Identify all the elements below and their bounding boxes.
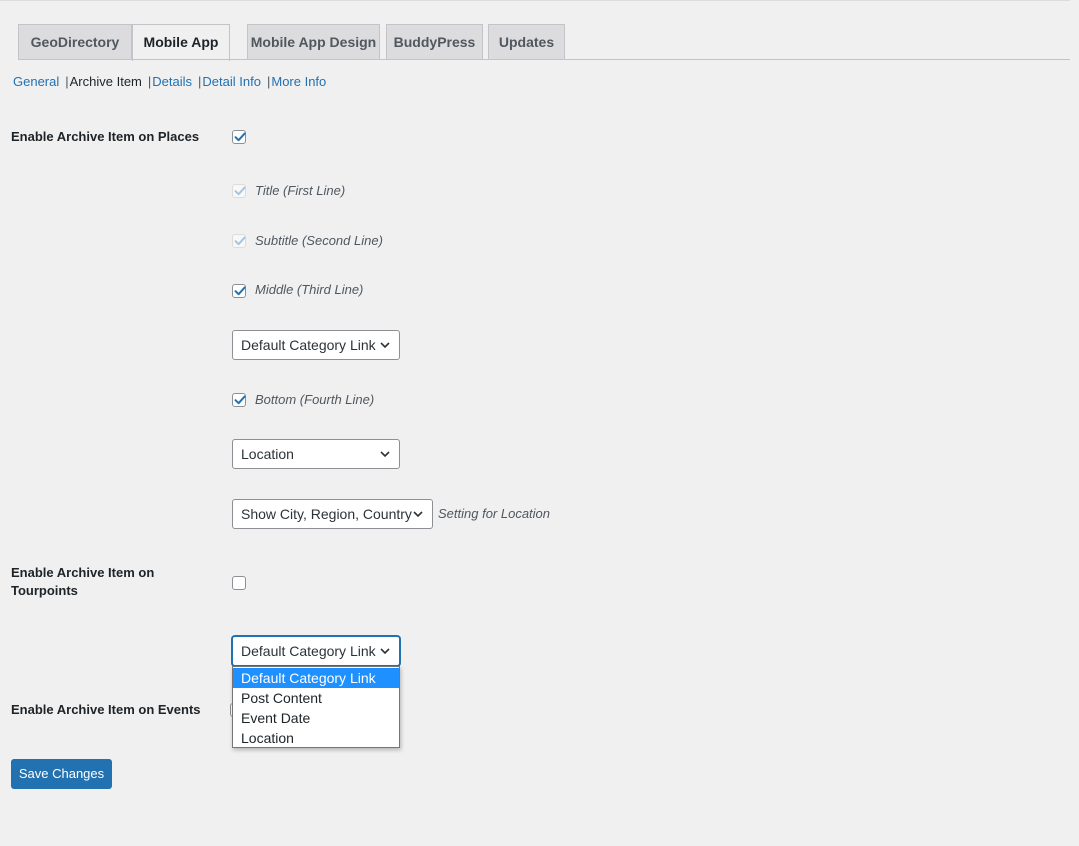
- tourpoints-enable-checkbox[interactable]: [232, 576, 246, 590]
- middle-line-select[interactable]: Default Category Link: [232, 330, 400, 360]
- bottom-checkbox[interactable]: [232, 393, 246, 407]
- save-changes-button[interactable]: Save Changes: [11, 759, 112, 789]
- tab-geodirectory[interactable]: GeoDirectory: [18, 24, 132, 59]
- subnav-separator: |: [266, 74, 271, 89]
- tab-buddypress[interactable]: BuddyPress: [386, 24, 483, 59]
- select-value: Location: [241, 446, 294, 462]
- chevron-down-icon: [380, 451, 390, 458]
- dropdown-option[interactable]: Post Content: [233, 688, 399, 708]
- checkmark-icon: [234, 236, 246, 246]
- location-format-select[interactable]: Show City, Region, Country: [232, 499, 433, 529]
- top-divider: [0, 0, 1070, 1]
- title-checkbox: [232, 184, 246, 198]
- subnav-separator: |: [198, 74, 202, 89]
- checkmark-icon: [234, 132, 246, 142]
- tab-mobile-app-design[interactable]: Mobile App Design: [247, 24, 380, 59]
- chevron-down-icon: [413, 511, 423, 518]
- tab-updates[interactable]: Updates: [488, 24, 565, 59]
- select-value: Default Category Link: [241, 643, 376, 659]
- bottom-line-label: Bottom (Fourth Line): [255, 392, 375, 407]
- select-value: Default Category Link: [241, 337, 376, 353]
- location-setting-hint: Setting for Location: [438, 506, 551, 521]
- tourpoints-dropdown-list: Default Category Link Post Content Event…: [232, 666, 400, 748]
- subnav-details[interactable]: Details: [152, 74, 192, 89]
- title-line-label: Title (First Line): [255, 183, 346, 198]
- subnav-more-info[interactable]: More Info: [271, 74, 326, 89]
- checkmark-icon: [234, 395, 246, 405]
- subnav-general[interactable]: General: [13, 74, 59, 89]
- tab-mobile-app[interactable]: Mobile App: [132, 24, 230, 61]
- places-label: Enable Archive Item on Places: [11, 129, 200, 144]
- subnav-separator: |: [147, 74, 152, 89]
- places-enable-checkbox[interactable]: [232, 130, 246, 144]
- select-value: Show City, Region, Country: [241, 506, 412, 522]
- checkmark-icon: [234, 186, 246, 196]
- tourpoints-label: Enable Archive Item on Tourpoints: [11, 565, 155, 598]
- settings-page: GeoDirectory Mobile App Mobile App Desig…: [0, 0, 1079, 846]
- chevron-down-icon: [380, 342, 390, 349]
- middle-line-label: Middle (Third Line): [255, 282, 364, 297]
- checkmark-icon: [234, 286, 246, 296]
- chevron-down-icon: [380, 648, 390, 655]
- events-label: Enable Archive Item on Events: [11, 702, 201, 717]
- subnav-separator: |: [65, 74, 69, 89]
- tourpoints-select[interactable]: Default Category Link: [232, 636, 400, 666]
- middle-checkbox[interactable]: [232, 284, 246, 298]
- dropdown-option[interactable]: Event Date: [233, 708, 399, 728]
- dropdown-option[interactable]: Default Category Link: [233, 668, 399, 688]
- dropdown-option[interactable]: Location: [233, 728, 399, 748]
- subtitle-line-label: Subtitle (Second Line): [255, 233, 383, 248]
- subtitle-checkbox: [232, 234, 246, 248]
- subnav-archive-item[interactable]: Archive Item: [70, 74, 142, 89]
- bottom-line-select[interactable]: Location: [232, 439, 400, 469]
- tab-underline: [18, 59, 1070, 60]
- subnav: General |Archive Item |Details |Detail Info…: [13, 73, 326, 91]
- subnav-detail-info[interactable]: Detail Info: [202, 74, 261, 89]
